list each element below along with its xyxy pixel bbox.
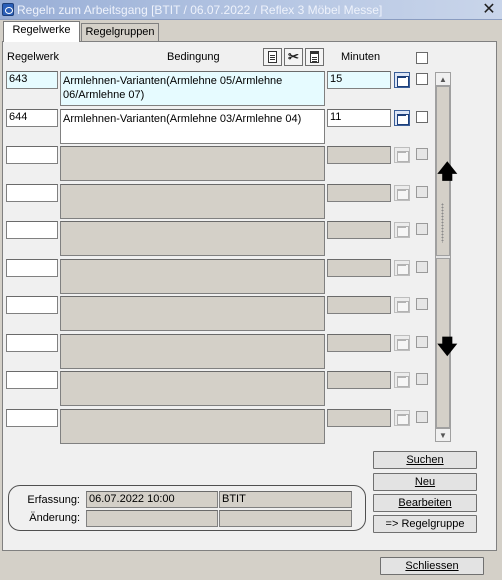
bedingung-field: [60, 334, 325, 369]
tab-regelgruppen[interactable]: Regelgruppen: [81, 23, 159, 42]
neu-label: Neu: [414, 476, 436, 488]
app-icon: [2, 3, 14, 16]
minuten-field: [327, 409, 391, 427]
vertical-scrollbar[interactable]: ▲ 🡅 🡇 ▼: [435, 72, 458, 442]
regelwerk-field[interactable]: [6, 334, 58, 352]
bedingung-field: [60, 146, 325, 181]
calendar-icon: [394, 147, 410, 163]
calendar-icon: [394, 372, 410, 388]
minuten-field: [327, 334, 391, 352]
tab-regelwerke[interactable]: Regelwerke: [3, 21, 80, 42]
minuten-field: [327, 296, 391, 314]
neu-button[interactable]: Neu: [373, 473, 477, 491]
schliessen-label: Schliessen: [405, 560, 459, 572]
row-checkbox: [416, 336, 428, 348]
close-icon[interactable]: ✕: [482, 0, 496, 20]
bedingung-field: [60, 221, 325, 256]
select-all-checkbox[interactable]: [416, 52, 428, 64]
column-header-bedingung: Bedingung: [167, 51, 220, 63]
bedingung-field[interactable]: Armlehnen-Varianten(Armlehne 03/Armlehne…: [60, 109, 325, 144]
regelwerk-field[interactable]: [6, 146, 58, 164]
erfassung-date-field: 06.07.2022 10:00: [86, 491, 218, 508]
calendar-icon[interactable]: [394, 110, 410, 126]
row-checkbox: [416, 223, 428, 235]
calendar-icon: [394, 222, 410, 238]
row-checkbox: [416, 261, 428, 273]
calendar-icon: [394, 297, 410, 313]
column-header-minuten: Minuten: [341, 51, 381, 63]
calendar-icon[interactable]: [394, 72, 410, 88]
scroll-down-icon[interactable]: ▼: [436, 428, 450, 441]
minuten-field: [327, 371, 391, 389]
scroll-thumb-lower[interactable]: 🡇: [436, 258, 458, 428]
regelwerk-field[interactable]: [6, 259, 58, 277]
column-header-regelwerk: Regelwerk: [7, 51, 59, 63]
suchen-label: Suchen: [406, 454, 444, 466]
regelgruppe-button[interactable]: => Regelgruppe: [373, 515, 477, 533]
regelwerk-field[interactable]: [6, 371, 58, 389]
clipboard-icon[interactable]: [305, 48, 324, 66]
row-checkbox: [416, 373, 428, 385]
bedingung-field[interactable]: Armlehnen-Varianten(Armlehne 05/Armlehne…: [60, 71, 325, 106]
window-title: Regeln zum Arbeitsgang [BTIT / 06.07.202…: [17, 3, 383, 17]
aenderung-user-field: [219, 510, 352, 527]
regelwerk-field[interactable]: [6, 184, 58, 202]
bedingung-field: [60, 259, 325, 294]
row-checkbox: [416, 298, 428, 310]
arrow-down-icon: 🡇: [437, 336, 458, 358]
bedingung-field: [60, 184, 325, 219]
aenderung-label: Änderung:: [29, 512, 80, 524]
minuten-field: [327, 259, 391, 277]
calendar-icon: [394, 185, 410, 201]
erfassung-user-field: BTIT: [219, 491, 352, 508]
calendar-icon: [394, 260, 410, 276]
calendar-icon: [394, 410, 410, 426]
document-icon[interactable]: [263, 48, 282, 66]
regelwerk-field[interactable]: 644: [6, 109, 58, 127]
regelwerk-field[interactable]: [6, 296, 58, 314]
title-bar: Regeln zum Arbeitsgang [BTIT / 06.07.202…: [0, 0, 502, 20]
row-checkbox[interactable]: [416, 73, 428, 85]
bedingung-field: [60, 296, 325, 331]
row-checkbox: [416, 186, 428, 198]
scroll-grip-icon: [441, 203, 444, 243]
calendar-icon: [394, 335, 410, 351]
scroll-up-icon[interactable]: ▲: [436, 73, 450, 86]
aenderung-date-field: [86, 510, 218, 527]
minuten-field: [327, 146, 391, 164]
bearbeiten-label: Bearbeiten: [398, 497, 452, 509]
schliessen-button[interactable]: Schliessen: [380, 557, 484, 575]
regelwerk-field[interactable]: 643: [6, 71, 58, 89]
row-checkbox[interactable]: [416, 111, 428, 123]
minuten-field: [327, 184, 391, 202]
delete-icon[interactable]: ✂: [284, 48, 303, 66]
erfassung-label: Erfassung:: [27, 494, 80, 506]
bedingung-field: [60, 409, 325, 444]
minuten-field[interactable]: 15: [327, 71, 391, 89]
row-checkbox: [416, 411, 428, 423]
bedingung-field: [60, 371, 325, 406]
arrow-up-icon: 🡅: [437, 161, 458, 183]
minuten-field: [327, 221, 391, 239]
regelwerk-field[interactable]: [6, 221, 58, 239]
suchen-button[interactable]: Suchen: [373, 451, 477, 469]
row-checkbox: [416, 148, 428, 160]
bearbeiten-button[interactable]: Bearbeiten: [373, 494, 477, 512]
regelwerk-field[interactable]: [6, 409, 58, 427]
minuten-field[interactable]: 11: [327, 109, 391, 127]
